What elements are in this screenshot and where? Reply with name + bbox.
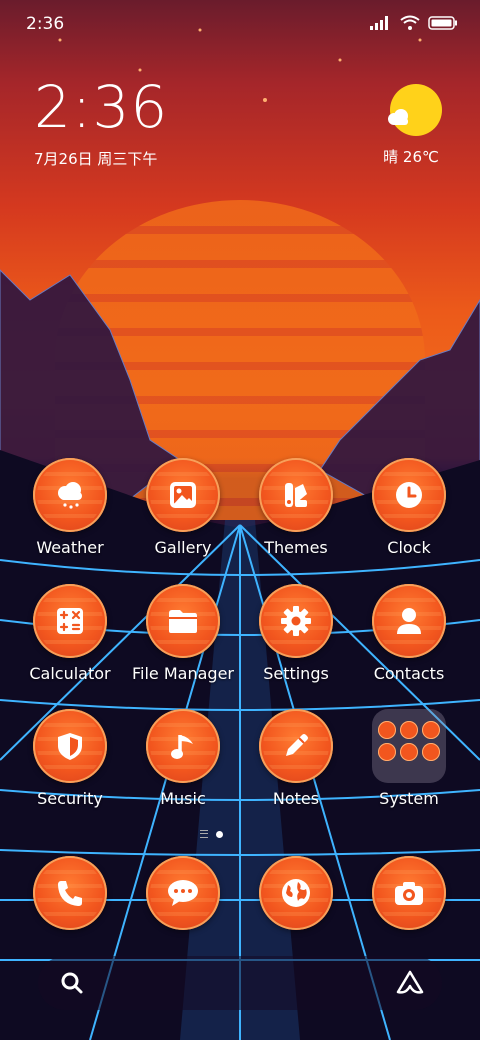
signal-icon — [370, 16, 388, 30]
app-security[interactable]: Security — [15, 709, 125, 808]
battery-icon — [428, 16, 457, 30]
dock-phone[interactable] — [15, 856, 125, 930]
app-label: File Manager — [132, 664, 234, 683]
phone-icon — [33, 856, 107, 930]
assistant-icon[interactable] — [396, 970, 424, 996]
camera-icon — [372, 856, 446, 930]
folder-grid-icon — [372, 709, 446, 783]
app-contacts[interactable]: Contacts — [354, 584, 464, 683]
home-screen: 2:36 2:36 7月26日 周三下午 晴 26℃ Weather Galle… — [0, 0, 480, 1040]
app-label: Notes — [272, 789, 320, 808]
app-themes[interactable]: Themes — [241, 458, 351, 557]
app-calculator[interactable]: Calculator — [15, 584, 125, 683]
gear-icon — [259, 584, 333, 658]
sunny-icon — [388, 84, 442, 136]
app-label: Music — [160, 789, 206, 808]
cloud-rain-icon — [33, 458, 107, 532]
pencil-icon — [259, 709, 333, 783]
folder-icon — [146, 584, 220, 658]
app-notes[interactable]: Notes — [241, 709, 351, 808]
app-label: Clock — [387, 538, 431, 557]
app-label: Contacts — [373, 664, 445, 683]
dock-messages[interactable] — [128, 856, 238, 930]
clock-date: 7月26日 周三下午 — [34, 150, 158, 168]
status-bar: 2:36 — [0, 0, 480, 48]
status-time: 2:36 — [26, 14, 65, 34]
calculator-icon — [33, 584, 107, 658]
app-clock[interactable]: Clock — [354, 458, 464, 557]
app-file-manager[interactable]: File Manager — [128, 584, 238, 683]
weather-widget[interactable]: 晴 26℃ — [383, 84, 446, 167]
dock-browser[interactable] — [241, 856, 351, 930]
clock-icon — [372, 458, 446, 532]
app-weather[interactable]: Weather — [15, 458, 125, 557]
app-settings[interactable]: Settings — [241, 584, 351, 683]
app-music[interactable]: Music — [128, 709, 238, 808]
dock-camera[interactable] — [354, 856, 464, 930]
wifi-icon — [400, 15, 420, 30]
app-label: Calculator — [29, 664, 111, 683]
app-label: Themes — [264, 538, 328, 557]
clock-widget[interactable]: 2:36 7月26日 周三下午 — [34, 78, 168, 169]
page-indicator-list — [200, 830, 208, 838]
search-icon — [61, 972, 83, 994]
message-icon — [146, 856, 220, 930]
app-label: Settings — [263, 664, 329, 683]
globe-icon — [259, 856, 333, 930]
cloud-icon — [388, 109, 408, 125]
search-bar[interactable] — [38, 956, 442, 1010]
app-label: Security — [37, 789, 103, 808]
themes-brush-icon — [259, 458, 333, 532]
app-label: System — [379, 789, 439, 808]
page-indicator-dot-active — [216, 830, 223, 838]
image-icon — [146, 458, 220, 532]
music-note-icon — [146, 709, 220, 783]
app-label: Gallery — [154, 538, 212, 557]
weather-text: 晴 26℃ — [383, 148, 439, 166]
shield-icon — [33, 709, 107, 783]
app-gallery[interactable]: Gallery — [128, 458, 238, 557]
clock-time: 2:36 — [34, 73, 169, 141]
app-label: Weather — [36, 538, 104, 557]
app-system-folder[interactable]: System — [354, 709, 464, 808]
person-icon — [372, 584, 446, 658]
page-indicator[interactable] — [200, 830, 223, 838]
